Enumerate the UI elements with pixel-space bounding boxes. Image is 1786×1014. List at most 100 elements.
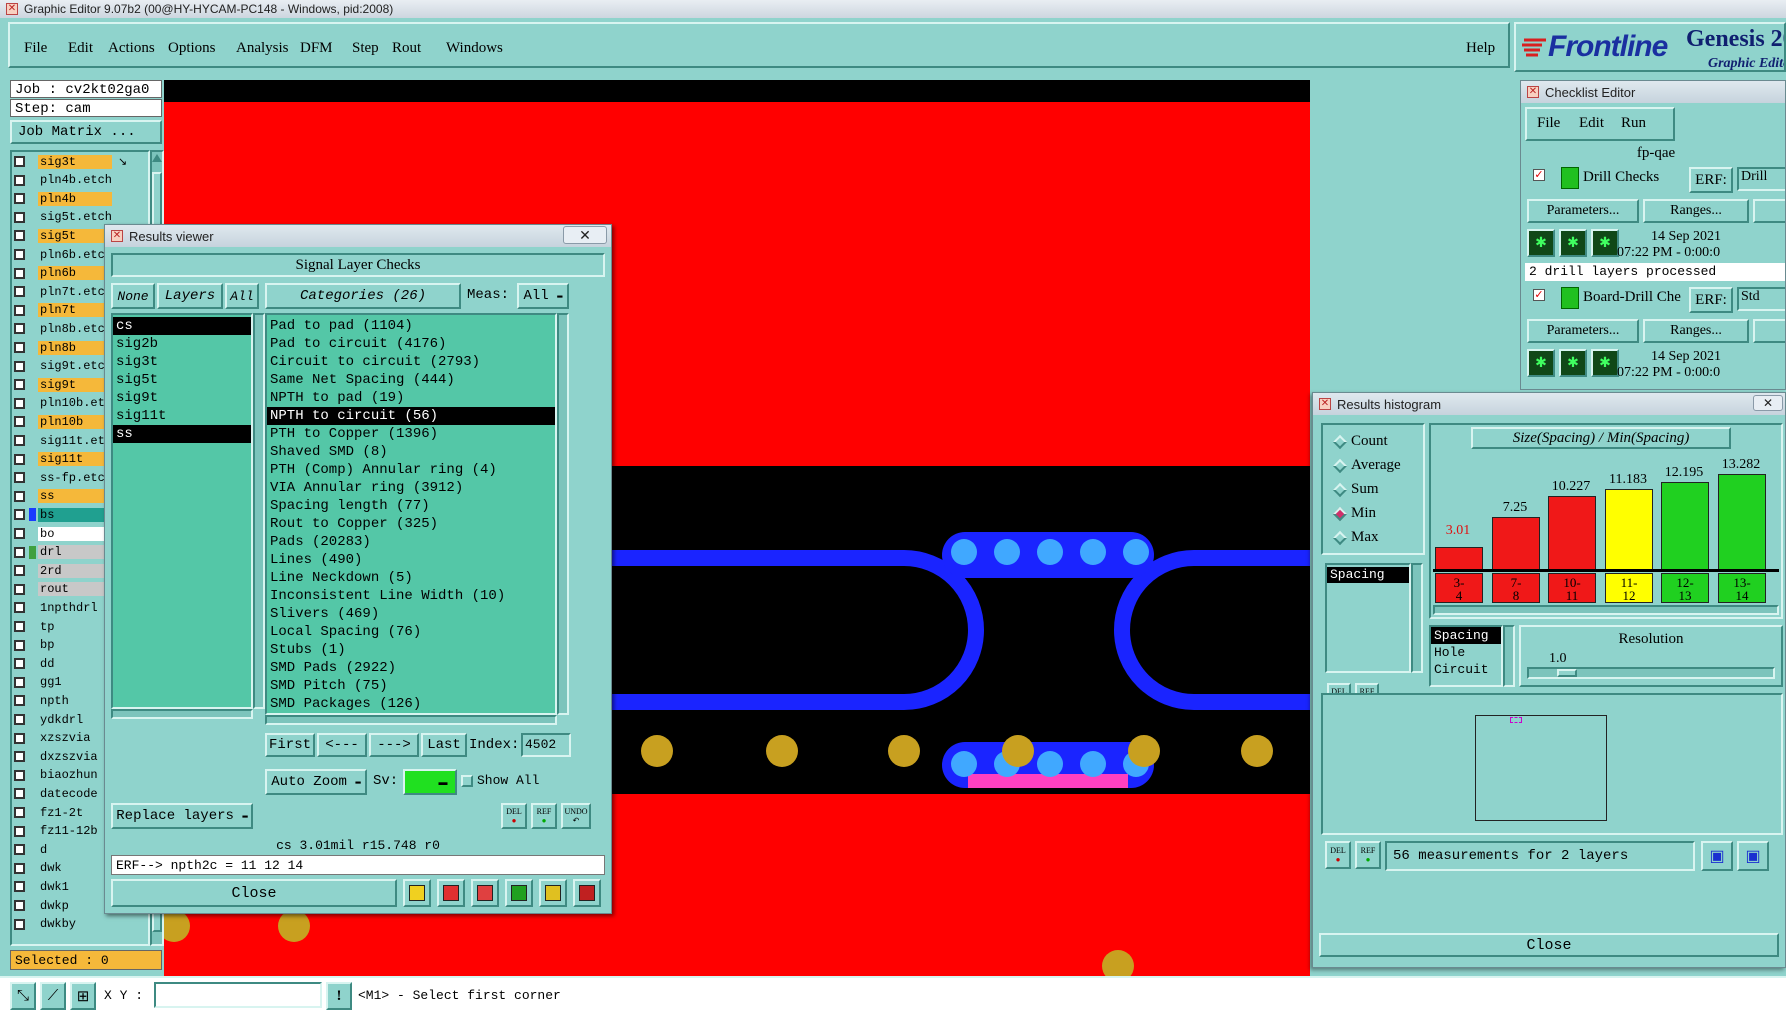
result-layer-item[interactable]: sig2b xyxy=(113,335,251,353)
layer-checkbox[interactable] xyxy=(14,193,25,205)
layer-checkbox[interactable] xyxy=(14,714,25,725)
layer-list-hscroll[interactable] xyxy=(111,709,253,719)
layer-checkbox[interactable] xyxy=(14,546,25,558)
del-button[interactable]: DEL ● xyxy=(501,803,527,829)
layer-checkbox[interactable] xyxy=(14,323,25,335)
ref-button[interactable]: REF ● xyxy=(531,803,557,829)
layer-checkbox[interactable] xyxy=(14,900,25,911)
layer-checkbox[interactable] xyxy=(14,211,25,223)
category-item[interactable]: Lines (490) xyxy=(267,551,555,569)
checklist-menu-run[interactable]: Run xyxy=(1621,115,1646,132)
option-max[interactable]: Max xyxy=(1332,529,1379,546)
category-item[interactable]: PTH (Comp) Annular ring (4) xyxy=(267,461,555,479)
layer-checkbox[interactable] xyxy=(14,509,25,521)
layer-row[interactable]: gg1 xyxy=(14,675,112,690)
erf-value[interactable]: Std xyxy=(1737,287,1785,311)
replace-layers-select[interactable]: Replace layers ▬ xyxy=(111,803,253,829)
bar-category[interactable]: 7- 8 xyxy=(1492,573,1540,603)
status-ref-button[interactable]: REF ● xyxy=(1355,841,1381,869)
result-layer-item[interactable]: ss xyxy=(113,425,251,443)
category-item[interactable]: SMD Pads (2922) xyxy=(267,659,555,677)
category-item[interactable]: Same Net Spacing (444) xyxy=(267,371,555,389)
layer-row[interactable]: ss xyxy=(14,489,112,504)
layer-checkbox[interactable] xyxy=(14,156,25,167)
erf-value[interactable]: Drill xyxy=(1737,167,1785,191)
category-item[interactable]: Slivers (469) xyxy=(267,605,555,623)
bar-category[interactable]: 12- 13 xyxy=(1661,573,1709,603)
layer-checkbox[interactable] xyxy=(14,751,25,763)
layer-button[interactable] xyxy=(437,879,465,907)
layer-checkbox[interactable] xyxy=(14,379,25,391)
grid-button[interactable]: ⊞ xyxy=(70,982,96,1010)
category-item[interactable]: PTH to Copper (1396) xyxy=(267,425,555,443)
bar-category[interactable]: 3- 4 xyxy=(1435,573,1483,603)
layer-row[interactable]: d xyxy=(14,842,112,857)
histogram-bar[interactable] xyxy=(1492,517,1540,569)
layer-checkbox[interactable] xyxy=(14,602,25,614)
layer-checkbox[interactable] xyxy=(14,490,25,502)
category-item[interactable]: Line Neckdown (5) xyxy=(267,569,555,587)
parameters-button[interactable]: Parameters... xyxy=(1527,199,1639,223)
layer-checkbox[interactable] xyxy=(14,267,25,279)
layer-row[interactable]: datecode xyxy=(14,786,112,801)
menu-step[interactable]: Step xyxy=(352,40,379,57)
histogram-fit-button[interactable]: ▣ xyxy=(1737,841,1769,871)
layer-row[interactable]: pln8b xyxy=(14,340,112,355)
all-layers-button[interactable]: All xyxy=(225,283,259,309)
layer-checkbox[interactable] xyxy=(14,769,25,781)
resolution-slider[interactable] xyxy=(1527,667,1775,679)
histogram-close-button[interactable]: Close xyxy=(1319,933,1779,957)
layer-checkbox[interactable] xyxy=(14,695,25,707)
layer-row[interactable]: rout xyxy=(14,582,112,597)
layer-checkbox[interactable] xyxy=(14,453,25,465)
status-del-button[interactable]: DEL ● xyxy=(1325,841,1351,869)
category-item[interactable]: Pads (20283) xyxy=(267,533,555,551)
layer-row[interactable]: sig5t.etch xyxy=(14,210,112,225)
type-item[interactable]: Spacing xyxy=(1431,627,1501,644)
layer-row[interactable]: 1npthdrl xyxy=(14,600,112,615)
menu-help[interactable]: Help xyxy=(1466,40,1495,57)
layer-checkbox[interactable] xyxy=(14,788,25,800)
layer-row[interactable]: drl xyxy=(14,545,112,560)
ranges-button[interactable]: Ranges... xyxy=(1643,199,1749,223)
layer-row[interactable]: pln4b xyxy=(14,191,112,206)
category-item[interactable]: Stubs (1) xyxy=(267,641,555,659)
categories-list[interactable]: Pad to pad (1104) Pad to circuit (4176) Ci… xyxy=(265,313,557,715)
results-layer-list[interactable]: cs sig2b sig3t sig5t sig9t sig11t ss xyxy=(111,313,253,709)
layers-button[interactable]: Layers xyxy=(157,283,223,309)
layer-row[interactable]: sig11t.etch xyxy=(14,433,112,448)
layer-checkbox[interactable] xyxy=(14,528,25,539)
histogram-bar[interactable] xyxy=(1435,547,1483,569)
measure-list[interactable]: Spacing xyxy=(1325,563,1411,673)
measure-item[interactable]: Spacing xyxy=(1327,567,1409,583)
layer-row[interactable]: pln7t xyxy=(14,303,112,318)
undo-button[interactable]: UNDO ↶ xyxy=(561,803,591,829)
categories-hscroll[interactable] xyxy=(265,715,557,725)
layer-checkbox[interactable] xyxy=(14,639,25,651)
notes-button[interactable] xyxy=(539,879,567,907)
action-checkbox[interactable]: ✓ xyxy=(1533,289,1545,301)
layer-row[interactable]: fz1-2t xyxy=(14,805,112,820)
option-count[interactable]: Count xyxy=(1332,433,1388,450)
snap-button[interactable]: ⤡ xyxy=(10,982,36,1010)
measure-scrollbar[interactable] xyxy=(1411,563,1423,673)
layer-row[interactable]: bs xyxy=(14,507,112,522)
layer-checkbox[interactable] xyxy=(14,658,25,670)
run-action-button[interactable]: ✱ xyxy=(1559,349,1587,377)
checklist-menu-file[interactable]: File xyxy=(1537,115,1560,132)
layer-checkbox[interactable] xyxy=(14,230,25,242)
first-button[interactable]: First xyxy=(265,733,315,757)
result-layer-item[interactable]: sig11t xyxy=(113,407,251,425)
histogram-button[interactable] xyxy=(573,879,601,907)
next-button[interactable]: ---> xyxy=(369,733,419,757)
meas-select[interactable]: All ▬ xyxy=(517,283,569,309)
layer-row[interactable]: xzszvia xyxy=(14,731,112,746)
checklist-menu-edit[interactable]: Edit xyxy=(1579,115,1604,132)
run-action-button[interactable]: ✱ xyxy=(1591,349,1619,377)
layer-checkbox[interactable] xyxy=(14,565,25,577)
layer-row[interactable]: sig11t xyxy=(14,452,112,467)
menu-dfm[interactable]: DFM xyxy=(300,40,333,57)
run-action-button[interactable]: ✱ xyxy=(1527,349,1555,377)
bar-category[interactable]: 11- 12 xyxy=(1605,573,1653,603)
histogram-bar[interactable] xyxy=(1718,474,1766,569)
